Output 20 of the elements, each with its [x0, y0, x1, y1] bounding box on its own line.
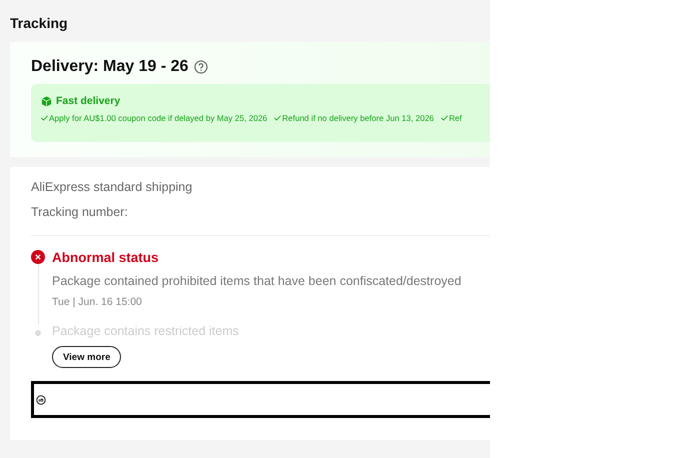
guarantee-text: Ref — [448, 113, 462, 123]
help-icon[interactable] — [194, 60, 208, 74]
delivery-heading: Delivery: May 19 - 26 — [31, 58, 188, 76]
status-title: Abnormal status — [52, 250, 160, 266]
check-icon — [41, 115, 48, 121]
check-icon — [274, 115, 282, 121]
event-description: Package contained prohibited items that have been confiscated/destroyed — [52, 274, 462, 288]
guarantee-text: Refund if no delivery before Jun 13, 2026 — [282, 113, 434, 123]
check-icon — [440, 115, 448, 121]
package-icon — [41, 96, 52, 106]
event-time: Tue | Jun. 16 15:00 — [52, 296, 143, 310]
timeline-dot — [35, 330, 41, 336]
circle-icon — [36, 394, 46, 404]
fast-delivery-label: Fast delivery — [56, 95, 120, 107]
guarantee-text: Apply for AU$1.00 coupon code if delayed by May 25, 2026 — [49, 113, 268, 123]
tracking-number-label: Tracking number: — [31, 205, 129, 221]
page-title: Tracking — [10, 14, 69, 33]
error-icon — [31, 250, 45, 264]
view-more-button[interactable]: View more — [52, 346, 122, 368]
shipping-method: AliExpress standard shipping — [31, 180, 194, 196]
